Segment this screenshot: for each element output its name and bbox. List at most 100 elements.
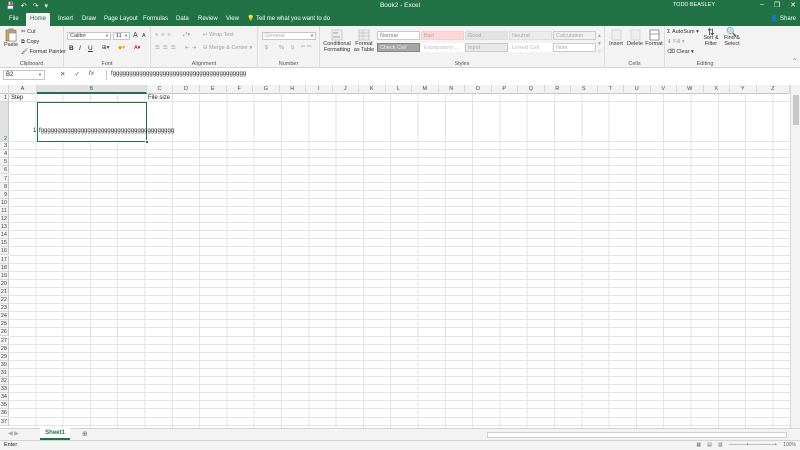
column-header[interactable]: F	[227, 85, 253, 94]
column-header[interactable]: Y	[730, 85, 757, 94]
horizontal-scrollbar[interactable]	[487, 432, 787, 438]
underline-button[interactable]: U	[88, 45, 93, 52]
share-button[interactable]: 👤 Share	[771, 13, 796, 26]
row-header[interactable]: 28	[0, 344, 9, 353]
column-header[interactable]: M	[412, 85, 439, 94]
cell-a2[interactable]: 1	[33, 128, 36, 134]
tab-view[interactable]: View	[222, 13, 243, 26]
column-header[interactable]: U	[624, 85, 651, 94]
delete-cells-button[interactable]: Delete	[626, 29, 644, 47]
tell-me-search[interactable]: 💡 Tell me what you want to do	[247, 13, 330, 26]
grow-font-button[interactable]: A	[133, 32, 138, 39]
row-header[interactable]: 7	[0, 174, 9, 183]
column-header[interactable]: N	[439, 85, 465, 94]
column-header[interactable]: V	[651, 85, 677, 94]
insert-cells-button[interactable]: Insert	[608, 29, 624, 47]
page-layout-view-icon[interactable]: ▤	[707, 442, 712, 448]
column-header[interactable]: Q	[518, 85, 545, 94]
row-header[interactable]: 32	[0, 377, 9, 386]
vertical-align-icons[interactable]: ≡≡≡	[155, 32, 174, 38]
column-header[interactable]: O	[465, 85, 492, 94]
format-cells-button[interactable]: Format	[645, 29, 663, 47]
indent-icons[interactable]: ⇤⇥	[185, 45, 198, 51]
row-header[interactable]: 30	[0, 360, 9, 369]
tab-draw[interactable]: Draw	[78, 13, 100, 26]
row-header[interactable]: 11	[0, 206, 9, 215]
worksheet-grid[interactable]: A B C D E F G H I J K L M N O P Q R S T …	[0, 85, 790, 428]
fill-handle[interactable]	[145, 140, 149, 145]
row-header[interactable]: 19	[0, 271, 9, 280]
row-header[interactable]: 24	[0, 312, 9, 321]
cell-c1[interactable]: File size	[148, 95, 170, 101]
zoom-level[interactable]: 100%	[783, 442, 796, 448]
cell-area[interactable]	[9, 94, 790, 428]
formula-input[interactable]: fggggggggggggggggggggggggggggggggggggggg…	[106, 70, 794, 80]
vertical-scroll-thumb[interactable]	[793, 95, 799, 125]
column-header[interactable]: R	[545, 85, 571, 94]
italic-button[interactable]: I	[79, 45, 81, 52]
column-header[interactable]: B	[37, 85, 147, 94]
style-neutral[interactable]: Neutral	[509, 31, 552, 40]
font-color-icon[interactable]: A▾	[134, 45, 140, 51]
row-header[interactable]: 26	[0, 328, 9, 337]
collapse-ribbon-icon[interactable]: ^	[793, 58, 796, 64]
name-box[interactable]: B2 ▼	[3, 70, 45, 80]
column-header[interactable]: S	[571, 85, 598, 94]
row-header[interactable]: 2	[0, 102, 9, 143]
row-header[interactable]: 21	[0, 287, 9, 296]
decimal-icons[interactable]: ⁰⁰ ⁰⁰	[301, 45, 311, 51]
row-header[interactable]: 4	[0, 150, 9, 159]
confirm-entry-button[interactable]: ✓	[74, 70, 79, 78]
row-header[interactable]: 15	[0, 239, 9, 248]
merge-center-button[interactable]: ⊟ Merge & Center ▾	[203, 45, 252, 51]
cell-a1[interactable]: Step	[11, 95, 23, 101]
find-select-button[interactable]: 🔍 Find & Select	[721, 28, 743, 48]
row-header[interactable]: 31	[0, 368, 9, 377]
row-header[interactable]: 18	[0, 263, 9, 272]
style-calculation[interactable]: Calculation	[553, 31, 596, 40]
selected-cell-b2[interactable]	[37, 102, 149, 145]
restore-button[interactable]: ❐	[774, 1, 780, 9]
vertical-scrollbar[interactable]	[790, 85, 800, 428]
style-good[interactable]: Good	[465, 31, 508, 40]
row-header[interactable]: 13	[0, 223, 9, 232]
column-header[interactable]: Z	[757, 85, 790, 94]
conditional-formatting-button[interactable]: Conditional Formatting	[322, 29, 352, 53]
horizontal-align-icons[interactable]: ☰☰☰	[155, 45, 179, 51]
row-header[interactable]: 37	[0, 417, 9, 426]
row-header[interactable]: 20	[0, 279, 9, 288]
column-header[interactable]: G	[253, 85, 280, 94]
column-header[interactable]: W	[677, 85, 704, 94]
add-sheet-button[interactable]: ⊕	[82, 430, 88, 438]
comma-button[interactable]: 9	[291, 45, 294, 51]
row-header[interactable]: 35	[0, 401, 9, 410]
style-linked-cell[interactable]: Linked Cell	[509, 43, 552, 52]
row-header[interactable]: 1	[0, 94, 9, 103]
cut-button[interactable]: ✂ Cut	[21, 29, 36, 35]
paste-button[interactable]: Paste	[3, 28, 19, 48]
percent-button[interactable]: %	[279, 45, 284, 51]
style-normal[interactable]: Normal	[377, 31, 420, 40]
row-header[interactable]: 17	[0, 255, 9, 264]
row-header[interactable]: 33	[0, 385, 9, 394]
column-header[interactable]: K	[359, 85, 386, 94]
styles-gallery-scroll-icon[interactable]: ▴ ▾ ▿	[598, 32, 601, 56]
style-note[interactable]: Note	[553, 43, 596, 52]
copy-button[interactable]: ⧉ Copy	[21, 39, 39, 46]
autosum-button[interactable]: Σ AutoSum ▾	[667, 29, 699, 35]
row-header[interactable]: 27	[0, 336, 9, 345]
sort-filter-button[interactable]: ⇅ Sort & Filter	[701, 28, 721, 48]
column-header[interactable]: L	[386, 85, 412, 94]
normal-view-icon[interactable]: ▦	[696, 442, 701, 448]
row-header[interactable]: 10	[0, 198, 9, 207]
row-header[interactable]: 3	[0, 142, 9, 151]
orientation-icon[interactable]: ⤢▾	[183, 32, 190, 39]
row-header[interactable]: 9	[0, 190, 9, 199]
row-header[interactable]: 25	[0, 320, 9, 329]
tab-formulas[interactable]: Formulas	[139, 13, 172, 26]
row-header[interactable]: 16	[0, 247, 9, 256]
style-bad[interactable]: Bad	[421, 31, 464, 40]
column-header[interactable]: C	[147, 85, 173, 94]
row-header[interactable]: 8	[0, 182, 9, 191]
font-size-select[interactable]: 11 ▼	[113, 32, 130, 40]
